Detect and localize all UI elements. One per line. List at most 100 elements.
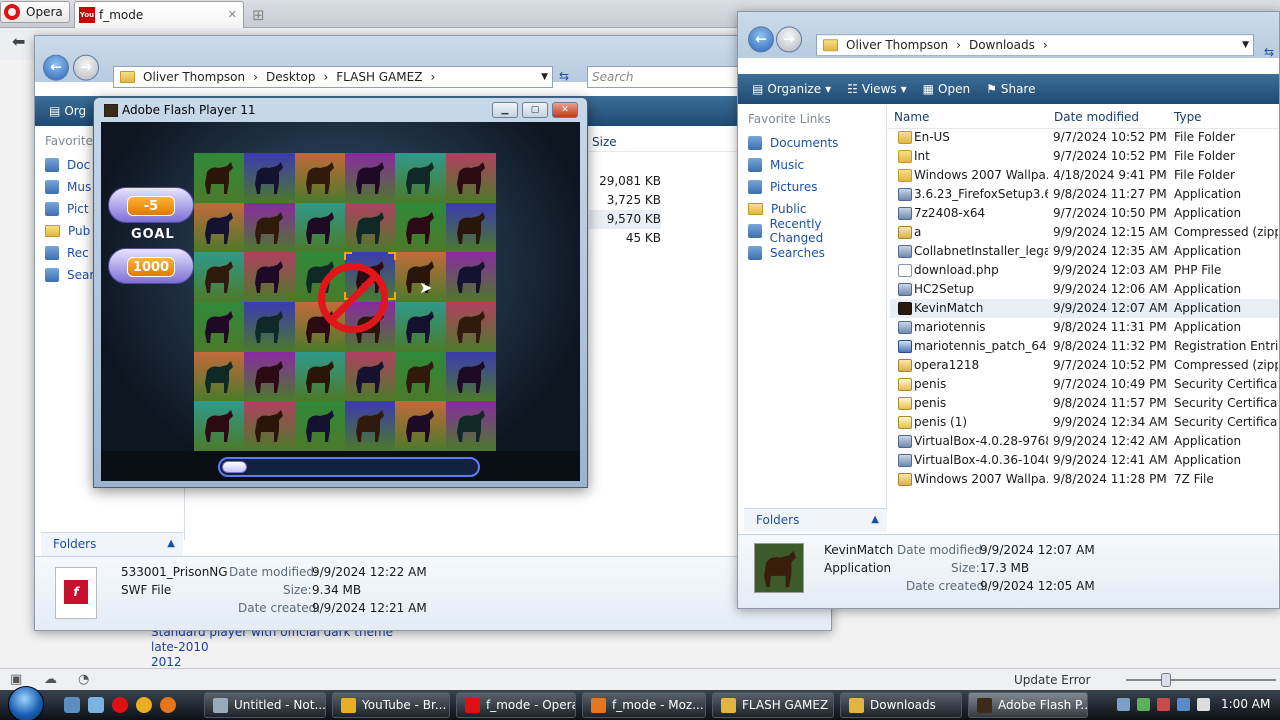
breadcrumb-item[interactable]: Oliver Thompson [846, 38, 948, 52]
breadcrumb-item[interactable]: Desktop [266, 70, 316, 84]
horse-tile[interactable] [344, 401, 396, 451]
horse-tile[interactable] [395, 202, 446, 253]
horse-tile[interactable] [445, 252, 496, 302]
file-row[interactable]: KevinMatch 9/9/2024 12:07 AM Application [890, 299, 1279, 318]
file-row[interactable]: HC2Setup 9/9/2024 12:06 AM Application [890, 280, 1279, 299]
tab-close-icon[interactable]: ✕ [228, 8, 237, 21]
size-cell[interactable]: 3,725 KB [589, 191, 661, 210]
horse-tile[interactable] [344, 153, 396, 203]
size-cell[interactable]: 9,570 KB [589, 210, 661, 229]
page-link[interactable]: late-2010 [151, 640, 393, 655]
refresh-icon[interactable]: ⇆ [1264, 45, 1274, 59]
nav-item-documents[interactable]: Documents [738, 132, 886, 154]
browser-tab[interactable]: You Tube f_mode ✕ [74, 1, 244, 35]
open-button[interactable]: ▦ Open [923, 82, 970, 96]
game-stage[interactable]: -5 GOAL 1000 ➤ [101, 122, 580, 481]
horse-tile[interactable] [395, 153, 446, 203]
horse-tile[interactable] [445, 153, 496, 203]
firefox-taskbar-button[interactable]: f_mode - Moz... [582, 692, 706, 718]
file-row[interactable]: penis 9/8/2024 11:57 PM Security Certifica… [890, 394, 1279, 413]
horse-tile[interactable] [445, 401, 496, 451]
start-button[interactable] [8, 686, 44, 720]
file-row[interactable]: download.php 9/9/2024 12:03 AM PHP File [890, 261, 1279, 280]
file-row[interactable]: 3.6.23_FirefoxSetup3.6.23 9/8/2024 11:27 … [890, 185, 1279, 204]
horse-tile[interactable] [194, 401, 245, 451]
opera-quicklaunch-icon[interactable] [112, 697, 128, 713]
horse-tile[interactable] [244, 202, 295, 253]
maximize-button[interactable]: ▢ [522, 102, 548, 118]
search-input[interactable]: Search [587, 66, 747, 88]
tray-app-icon[interactable] [1137, 698, 1150, 711]
notepad-taskbar-button[interactable]: Untitled - Not... [204, 692, 326, 718]
nav-item-pictures[interactable]: Pictures [738, 176, 886, 198]
breadcrumb-item[interactable]: Downloads [969, 38, 1035, 52]
breadcrumb-item[interactable]: Oliver Thompson [143, 70, 245, 84]
file-row[interactable]: penis 9/7/2024 10:49 PM Security Certifica… [890, 375, 1279, 394]
tray-network-icon[interactable] [1177, 698, 1190, 711]
breadcrumb[interactable]: Oliver Thompson › Desktop › FLASH GAMEZ › ▼ [113, 66, 553, 88]
file-row[interactable]: opera1218 9/7/2024 10:52 PM Compressed (zi… [890, 356, 1279, 375]
nav-item-music[interactable]: Music [738, 154, 886, 176]
horse-tile[interactable] [244, 153, 295, 203]
folders-toggle[interactable]: Folders ▲ [41, 532, 183, 556]
file-row[interactable]: mariotennis 9/8/2024 11:31 PM Application [890, 318, 1279, 337]
horse-tile[interactable] [194, 202, 245, 253]
organize-button[interactable]: ▤ Organize ▾ [752, 82, 831, 96]
horse-tile[interactable] [244, 302, 295, 352]
speed-dial-icon[interactable]: ◔ [78, 672, 89, 687]
horse-tile[interactable] [294, 202, 345, 253]
chrome-quicklaunch-icon[interactable] [136, 697, 152, 713]
horse-tile[interactable] [395, 401, 446, 451]
forward-button[interactable]: → [73, 54, 99, 81]
folders-toggle[interactable]: Folders ▲ [744, 508, 887, 532]
firefox-quicklaunch-icon[interactable] [160, 697, 176, 713]
horse-tile[interactable] [344, 202, 396, 253]
volume-icon[interactable] [1197, 698, 1210, 711]
horse-tile[interactable] [445, 202, 496, 253]
switch-windows-icon[interactable] [88, 697, 104, 713]
horse-tile[interactable] [194, 302, 245, 352]
file-row[interactable]: Int 9/7/2024 10:52 PM File Folder [890, 147, 1279, 166]
zoom-slider-thumb[interactable] [1161, 673, 1171, 687]
tray-app-icon[interactable] [1157, 698, 1170, 711]
chevron-down-icon[interactable]: ▼ [1242, 40, 1253, 50]
zoom-slider[interactable] [1126, 679, 1276, 681]
opera-menu-button[interactable]: Opera [0, 1, 70, 23]
share-button[interactable]: ⚑ Share [986, 82, 1035, 96]
file-row[interactable]: penis (1) 9/9/2024 12:34 AM Security Certi… [890, 413, 1279, 432]
forward-button[interactable]: → [776, 26, 802, 53]
horse-tile[interactable] [344, 351, 396, 402]
panel-toggle-icon[interactable]: ▣ [10, 672, 22, 687]
file-row[interactable]: Windows 2007 Wallpa... 4/18/2024 9:41 PM F… [890, 166, 1279, 185]
breadcrumb-item[interactable]: FLASH GAMEZ [336, 70, 422, 84]
file-row[interactable]: Windows 2007 Wallpa... 9/8/2024 11:28 PM 7… [890, 470, 1279, 489]
chrome-taskbar-button[interactable]: YouTube - Br... [332, 692, 450, 718]
chevron-down-icon[interactable]: ▼ [541, 72, 552, 82]
horse-tile[interactable] [395, 302, 446, 352]
views-button[interactable]: ☷ Views ▾ [847, 82, 907, 96]
opera-taskbar-button[interactable]: f_mode - Opera [456, 692, 576, 718]
horse-tile[interactable] [194, 351, 245, 402]
horse-tile[interactable] [194, 153, 245, 203]
downloads-taskbar-button[interactable]: Downloads [840, 692, 962, 718]
file-row[interactable]: VirtualBox-4.0.28-9768... 9/9/2024 12:42 … [890, 432, 1279, 451]
file-row[interactable]: mariotennis_patch_64 9/8/2024 11:32 PM Reg… [890, 337, 1279, 356]
flash-player-taskbar-button[interactable]: Adobe Flash P... [968, 692, 1088, 718]
minimize-button[interactable]: ▁ [492, 102, 518, 118]
column-header-date[interactable]: Date modified [1054, 110, 1139, 124]
horse-tile[interactable] [294, 351, 345, 402]
cloud-icon[interactable]: ☁ [44, 672, 57, 687]
column-header-type[interactable]: Type [1174, 110, 1202, 124]
flash-gamez-taskbar-button[interactable]: FLASH GAMEZ [712, 692, 834, 718]
back-button[interactable]: ← [748, 26, 774, 53]
breadcrumb[interactable]: Oliver Thompson › Downloads › ▼ [816, 34, 1254, 57]
nav-item-recently-changed[interactable]: Recently Changed [738, 217, 886, 245]
horse-tile[interactable] [445, 351, 496, 402]
horse-tile[interactable] [294, 401, 345, 451]
size-cell[interactable]: 29,081 KB [589, 172, 661, 191]
clock[interactable]: 1:00 AM [1221, 697, 1270, 711]
show-desktop-icon[interactable] [64, 697, 80, 713]
horse-tile[interactable] [244, 252, 295, 302]
file-row[interactable]: 7z2408-x64 9/7/2024 10:50 PM Application [890, 204, 1279, 223]
horse-tile[interactable] [294, 153, 345, 203]
